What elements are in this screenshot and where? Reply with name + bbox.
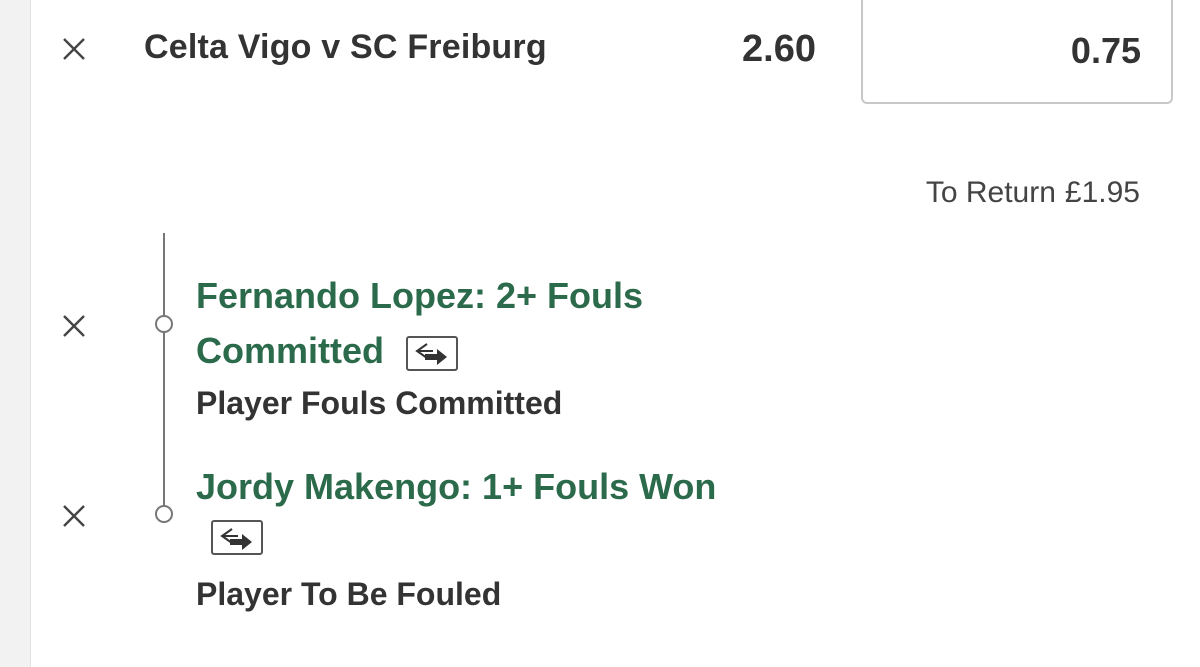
selection-node <box>155 505 173 523</box>
selection-title-line1: Fernando Lopez: 2+ Fouls <box>196 275 644 316</box>
selection-connector-line <box>163 233 165 513</box>
selection-title-line2: Committed <box>196 323 643 378</box>
close-icon <box>63 315 85 337</box>
close-icon <box>63 505 85 527</box>
swap-selection-button[interactable] <box>211 520 263 555</box>
to-return: To Return £1.95 <box>926 176 1140 210</box>
stake-input[interactable]: 0.75 <box>861 0 1173 104</box>
swap-arrows-icon <box>220 527 252 550</box>
remove-bet-button[interactable] <box>59 34 89 64</box>
remove-selection-button[interactable] <box>59 501 89 531</box>
swap-selection-wrapper <box>211 520 263 555</box>
selection-market: Player Fouls Committed <box>196 385 563 421</box>
selection-title-line1: Jordy Makengo: 1+ Fouls Won <box>196 466 717 507</box>
bet-odds: 2.60 <box>742 28 816 70</box>
selection-title: Fernando Lopez: 2+ Fouls Committed <box>196 268 643 378</box>
to-return-value: £1.95 <box>1064 176 1140 209</box>
bet-slip-card: Celta Vigo v SC Freiburg 2.60 0.75 To Re… <box>30 0 1200 667</box>
selection-title: Jordy Makengo: 1+ Fouls Won <box>196 459 716 514</box>
swap-selection-button[interactable] <box>406 335 459 371</box>
remove-selection-button[interactable] <box>59 311 89 341</box>
event-title: Celta Vigo v SC Freiburg <box>144 28 547 66</box>
to-return-label: To Return <box>925 176 1056 209</box>
swap-arrows-icon <box>415 343 448 366</box>
close-icon <box>63 38 85 60</box>
selection-node <box>155 315 173 333</box>
selection-market: Player To Be Fouled <box>196 576 502 612</box>
